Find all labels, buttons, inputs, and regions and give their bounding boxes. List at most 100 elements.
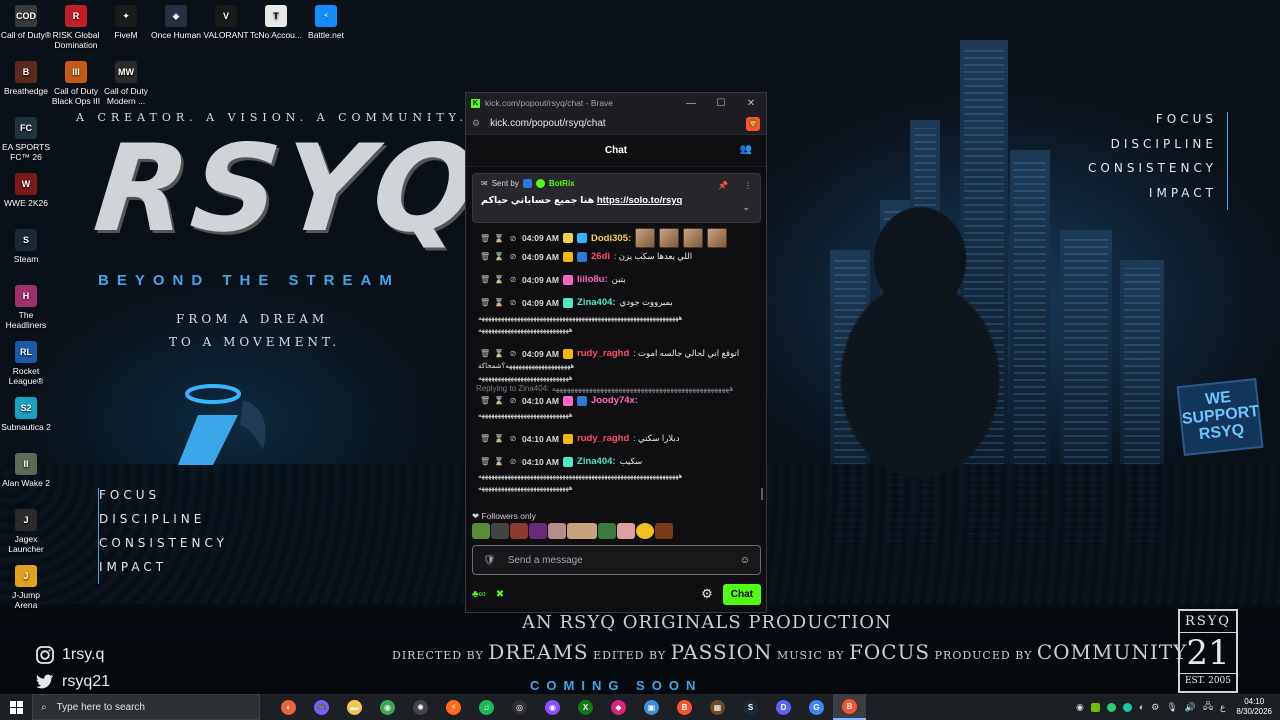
users-icon[interactable]: 👥: [740, 144, 752, 155]
desktop-shortcut[interactable]: RL Rocket League®: [0, 341, 52, 386]
chat-message[interactable]: 🗑 ⌛ ⊘ 04:09 AM Dodi305:: [480, 228, 728, 248]
taskbar-app-purple[interactable]: ◉: [536, 694, 569, 720]
delete-icon[interactable]: 🗑: [480, 234, 490, 243]
emote[interactable]: [617, 523, 635, 539]
taskbar-app-minecraft[interactable]: ▦: [701, 694, 734, 720]
taskbar-app-steelseries[interactable]: ✺: [404, 694, 437, 720]
taskbar-app-explorer[interactable]: ▬: [338, 694, 371, 720]
ban-icon[interactable]: ⊘: [508, 234, 518, 243]
ban-icon[interactable]: ⊘: [508, 434, 518, 443]
send-placeholder[interactable]: Send a message: [508, 555, 583, 566]
taskbar-app-brave[interactable]: B: [668, 694, 701, 720]
delete-icon[interactable]: 🗑: [480, 434, 490, 443]
kick-icon[interactable]: ✖: [496, 589, 504, 600]
emoji-picker-icon[interactable]: ☺: [740, 555, 750, 566]
tray-teal-icon[interactable]: [1122, 702, 1132, 712]
pinned-link[interactable]: https://solo.to/rsyq: [597, 195, 683, 206]
chat-message[interactable]: 🗑 ⌛ ⊘ 04:09 AM 26di: اللي يعدها سكب يزن: [480, 251, 692, 262]
timeout-icon[interactable]: ⌛: [494, 298, 504, 307]
desktop-shortcut[interactable]: MW Call of Duty Modern ...: [100, 61, 152, 106]
taskbar-app-gamepad[interactable]: 🎮: [305, 694, 338, 720]
volume-icon[interactable]: 🔊: [1185, 702, 1196, 713]
message-username[interactable]: Dodi305:: [591, 233, 631, 244]
taskbar-app-google[interactable]: G: [800, 694, 833, 720]
emote[interactable]: [548, 523, 566, 539]
taskbar-app-brave-active[interactable]: B: [833, 694, 866, 720]
emote[interactable]: [472, 523, 490, 539]
taskbar-app-obs[interactable]: ◎: [503, 694, 536, 720]
nvidia-icon[interactable]: [1090, 702, 1100, 712]
pinned-sender[interactable]: BotRix: [549, 179, 575, 188]
points-icon[interactable]: ♣∞: [472, 589, 486, 600]
desktop-shortcut[interactable]: S2 Subnautica 2: [0, 397, 52, 432]
ban-icon[interactable]: ⊘: [508, 457, 518, 466]
emote[interactable]: [529, 523, 547, 539]
taskbar-app-spotify[interactable]: ♫: [470, 694, 503, 720]
desktop-shortcut[interactable]: S Steam: [0, 229, 52, 264]
desktop-shortcut[interactable]: B Breathedge: [0, 61, 52, 96]
delete-icon[interactable]: 🗑: [480, 457, 490, 466]
tray-gamepad-icon[interactable]: ◐: [1139, 702, 1144, 712]
taskbar-app-window[interactable]: ▣: [635, 694, 668, 720]
desktop-shortcut[interactable]: III Call of Duty Black Ops III: [50, 61, 102, 106]
microphone-icon[interactable]: 🎙: [1166, 702, 1177, 713]
chat-message[interactable]: 🗑 ⌛ ⊘ 04:10 AM Zina404: سكيب: [480, 456, 642, 467]
brave-shields-icon[interactable]: 🦁: [746, 116, 760, 131]
clock[interactable]: 04:10 8/30/2026: [1236, 697, 1272, 717]
timeout-icon[interactable]: ⌛: [494, 457, 504, 466]
desktop-shortcut[interactable]: H The Headliners: [0, 285, 52, 330]
ban-icon[interactable]: ⊘: [508, 252, 518, 261]
desktop-shortcut[interactable]: T TcNo Accou...: [250, 5, 302, 40]
chat-scrollbar[interactable]: [761, 488, 763, 500]
tray-app-icon[interactable]: ◉: [1076, 702, 1084, 713]
send-message-input[interactable]: 🛡 Send a message ☺: [472, 545, 761, 575]
chat-send-button[interactable]: Chat: [722, 583, 761, 605]
desktop-shortcut[interactable]: J J-Jump Arena: [0, 565, 52, 610]
site-settings-icon[interactable]: ⚙: [472, 118, 480, 129]
emote[interactable]: [655, 523, 673, 539]
ban-icon[interactable]: ⊘: [508, 396, 518, 405]
taskbar-app-steam[interactable]: S: [734, 694, 767, 720]
taskbar-app-chatgpt[interactable]: ◐: [272, 694, 305, 720]
desktop-shortcut[interactable]: ✦ FiveM: [100, 5, 152, 40]
emote[interactable]: [510, 523, 528, 539]
desktop-shortcut[interactable]: II Alan Wake 2: [0, 453, 52, 488]
message-username[interactable]: Zina404:: [577, 456, 616, 467]
tray-green-icon[interactable]: [1106, 702, 1116, 712]
emote-bar[interactable]: [472, 523, 673, 539]
delete-icon[interactable]: 🗑: [480, 349, 490, 358]
delete-icon[interactable]: 🗑: [480, 396, 490, 405]
desktop-shortcut[interactable]: R RISK Global Domination: [50, 5, 102, 50]
desktop-shortcut[interactable]: FC EA SPORTS FC™ 26: [0, 117, 52, 162]
search-placeholder[interactable]: Type here to search: [57, 702, 145, 713]
ban-icon[interactable]: ⊘: [508, 275, 518, 284]
settings-gear-icon[interactable]: ⚙: [701, 586, 713, 602]
timeout-icon[interactable]: ⌛: [494, 252, 504, 261]
ban-icon[interactable]: ⊘: [508, 298, 518, 307]
timeout-icon[interactable]: ⌛: [494, 349, 504, 358]
desktop-shortcut[interactable]: COD Call of Duty®: [0, 5, 52, 40]
desktop-shortcut[interactable]: ◆ Once Human: [150, 5, 202, 40]
taskbar-app-discord[interactable]: D: [767, 694, 800, 720]
chat-message[interactable]: 🗑 ⌛ ⊘ 04:09 AM Zina404: بمبرووت جودي: [480, 297, 673, 308]
chevron-down-icon[interactable]: ⌄: [742, 202, 750, 213]
timeout-icon[interactable]: ⌛: [494, 396, 504, 405]
chat-message[interactable]: 🗑 ⌛ ⊘ 04:09 AM rudy_raghd: اتوقع اني لحالي ج…: [480, 348, 739, 359]
message-username[interactable]: rudy_raghd: [577, 348, 629, 359]
timeout-icon[interactable]: ⌛: [494, 234, 504, 243]
minimize-button[interactable]: —: [676, 98, 706, 109]
close-button[interactable]: ✕: [736, 98, 766, 109]
unpin-icon[interactable]: 📌: [718, 181, 728, 190]
delete-icon[interactable]: 🗑: [480, 275, 490, 284]
emote[interactable]: [598, 523, 616, 539]
tray-steam-icon[interactable]: ⚙: [1151, 702, 1159, 713]
maximize-button[interactable]: ☐: [706, 98, 736, 109]
address-text[interactable]: kick.com/popout/rsyq/chat: [490, 118, 606, 129]
desktop-shortcut[interactable]: V VALORANT: [200, 5, 252, 40]
chat-message[interactable]: 🗑 ⌛ ⊘ 04:09 AM liilo8u: يتبن: [480, 274, 626, 285]
delete-icon[interactable]: 🗑: [480, 252, 490, 261]
desktop-shortcut[interactable]: ⚡ Battle.net: [300, 5, 352, 40]
taskbar-search[interactable]: ⌕ Type here to search: [32, 694, 260, 720]
message-username[interactable]: Joody74x:: [591, 395, 638, 406]
taskbar-app-orange[interactable]: ⚡: [437, 694, 470, 720]
